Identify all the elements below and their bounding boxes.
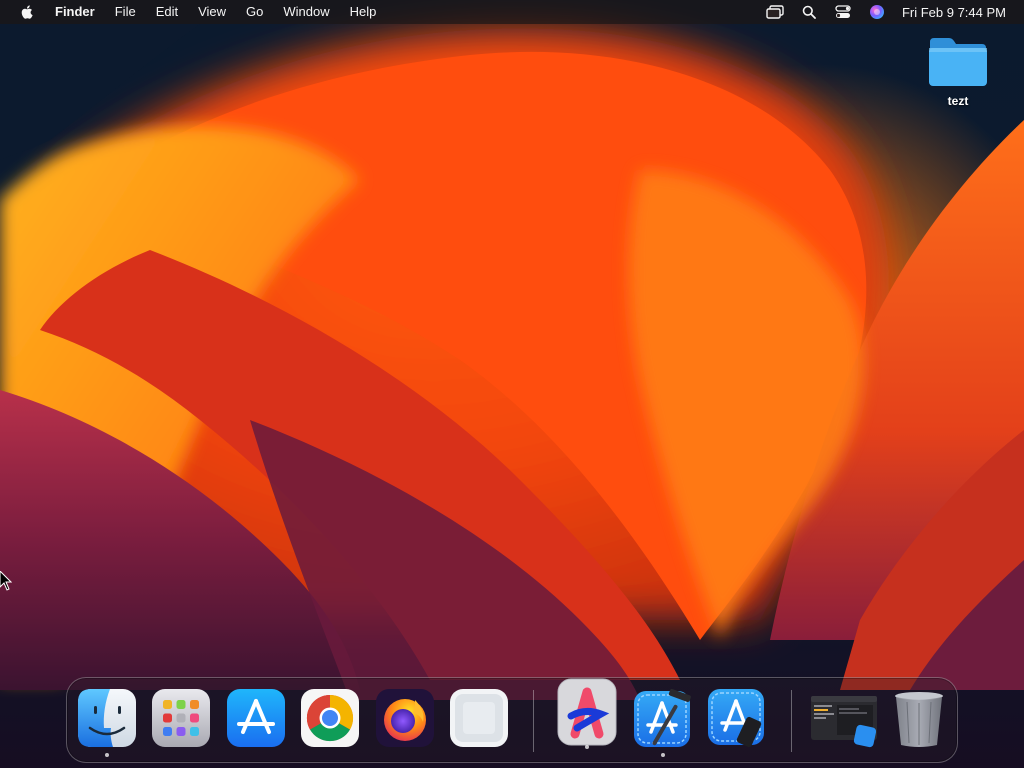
dock-item-blank-app[interactable]: [449, 688, 509, 748]
menu-bar-clock[interactable]: Fri Feb 9 7:44 PM: [902, 5, 1006, 20]
dock-item-accessibility-inspector[interactable]: [557, 678, 617, 749]
menu-view[interactable]: View: [188, 0, 236, 24]
menu-go[interactable]: Go: [236, 0, 273, 24]
menu-file[interactable]: File: [105, 0, 146, 24]
running-indicator: [105, 753, 109, 757]
desktop-wallpaper: [0, 0, 1024, 768]
wallpaper-art: [0, 24, 1024, 700]
dock-item-chrome[interactable]: [300, 688, 360, 748]
dock-item-window-thumbnail[interactable]: [809, 688, 881, 748]
dock-item-finder[interactable]: [77, 688, 137, 757]
folder-icon: [929, 38, 987, 86]
app-store-icon: [227, 689, 285, 747]
desktop-folder-label: tezt: [947, 94, 969, 108]
dock-item-firefox[interactable]: [375, 688, 435, 748]
control-center-icon[interactable]: [834, 3, 852, 21]
running-indicator: [585, 745, 589, 749]
dock-separator: [533, 690, 534, 752]
spotlight-search-icon[interactable]: [800, 3, 818, 21]
menu-edit[interactable]: Edit: [146, 0, 188, 24]
window-thumbnail-icon: [811, 696, 877, 748]
blank-app-icon: [450, 689, 508, 747]
apple-icon[interactable]: [19, 4, 33, 20]
menu-bar: Finder File Edit View Go Window Help Fri…: [0, 0, 1024, 24]
mouse-cursor-icon: [0, 571, 12, 591]
screen-mirroring-icon[interactable]: [766, 3, 784, 21]
dock-separator: [791, 690, 792, 752]
accessibility-inspector-icon: [557, 678, 617, 746]
running-indicator: [661, 753, 665, 757]
menu-window[interactable]: Window: [273, 0, 339, 24]
chrome-icon: [301, 689, 359, 747]
siri-icon[interactable]: [868, 3, 886, 21]
menu-help[interactable]: Help: [340, 0, 387, 24]
dock: [66, 677, 958, 763]
finder-icon: [78, 689, 136, 747]
dock-item-simulator[interactable]: [707, 688, 767, 748]
dock-item-trash[interactable]: [889, 688, 949, 748]
dock-item-launchpad[interactable]: [151, 688, 211, 748]
launchpad-icon: [152, 689, 210, 747]
dock-item-app-store[interactable]: [226, 688, 286, 748]
xcode-icon: [634, 688, 691, 747]
menu-app-name[interactable]: Finder: [45, 0, 105, 24]
desktop-folder[interactable]: tezt: [918, 36, 998, 108]
firefox-icon: [376, 689, 434, 747]
dock-item-xcode[interactable]: [633, 688, 693, 757]
simulator-icon: [708, 689, 764, 748]
trash-icon: [895, 692, 943, 747]
